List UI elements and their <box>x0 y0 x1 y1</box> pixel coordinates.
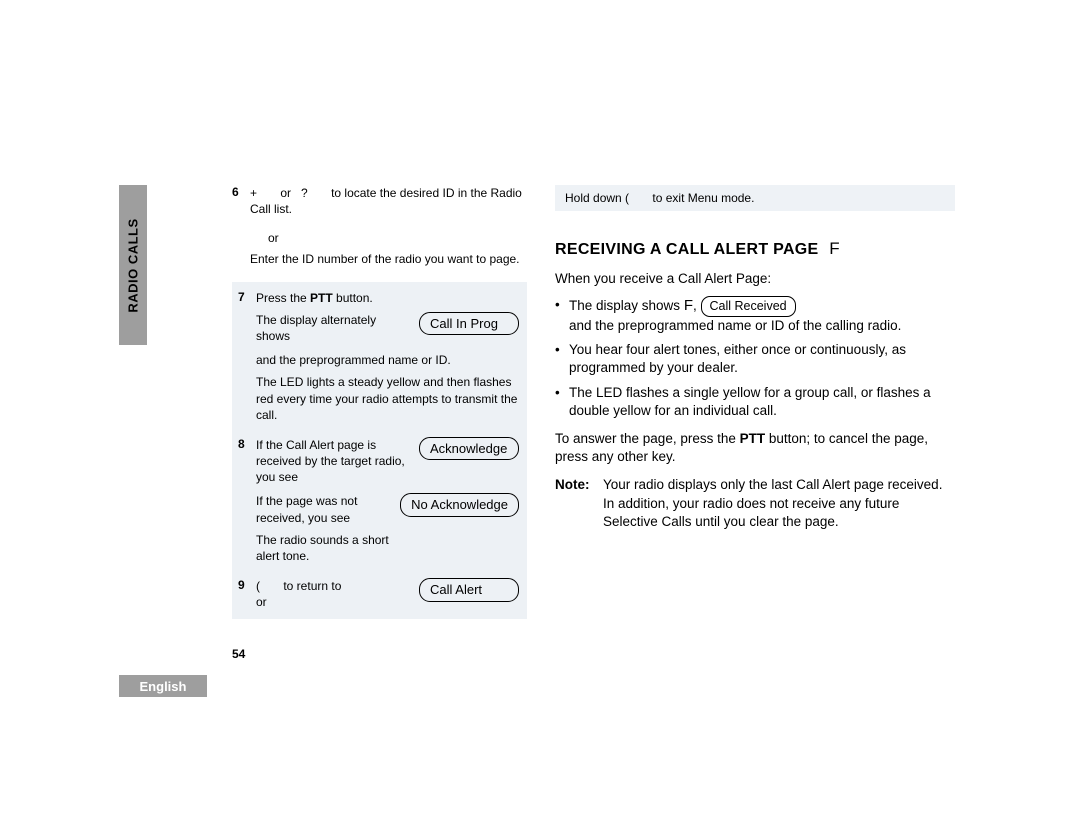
note-label: Note: <box>555 476 603 531</box>
step-7: 7 Press the PTT button. The display alte… <box>238 290 519 429</box>
hint-box: Hold down ( to exit Menu mode. <box>555 185 955 211</box>
page-number: 54 <box>232 647 245 661</box>
bell-icon: F <box>829 239 840 258</box>
intro-text: When you receive a Call Alert Page: <box>555 271 955 286</box>
text: The display shows <box>569 298 684 313</box>
display-pill-call-in-prog: Call In Prog <box>419 312 519 336</box>
bullet-3: The LED flashes a single yellow for a gr… <box>555 384 955 420</box>
note-body: Your radio displays only the last Call A… <box>603 476 955 531</box>
word-or: or <box>256 595 267 609</box>
ptt-bold: PTT <box>310 291 333 305</box>
step6-line2: Enter the ID number of the radio you wan… <box>250 251 527 267</box>
step-body: If the Call Alert page is received by th… <box>256 437 519 570</box>
left-column: 6 + or ? to locate the desired ID in the… <box>232 185 527 629</box>
step9-row: ( to return to or Call Alert <box>256 578 519 610</box>
step-body: + or ? to locate the desired ID in the R… <box>250 185 527 223</box>
step7-line2-row: The display alternately shows Call In Pr… <box>256 312 519 344</box>
step-8: 8 If the Call Alert page is received by … <box>238 437 519 570</box>
section-tab-label: RADIO CALLS <box>126 218 141 312</box>
step-7-group: 7 Press the PTT button. The display alte… <box>232 282 527 619</box>
step-number: 9 <box>238 578 256 610</box>
key-question: ? <box>301 186 308 200</box>
step-body: Press the PTT button. The display altern… <box>256 290 519 429</box>
display-pill-call-alert: Call Alert <box>419 578 519 602</box>
heading: RECEIVING A CALL ALERT PAGE F <box>555 239 955 259</box>
step8-row2: If the page was not received, you see No… <box>256 493 519 525</box>
word-or: or <box>280 186 291 200</box>
step7-line1: Press the PTT button. <box>256 290 519 306</box>
step-number: 8 <box>238 437 256 570</box>
step6-or: or <box>268 231 527 245</box>
step9-text: ( to return to or <box>256 578 411 610</box>
bullet-list: The display shows F, Call Received and t… <box>555 296 955 420</box>
section-tab: RADIO CALLS <box>119 185 147 345</box>
bullet-1: The display shows F, Call Received and t… <box>555 296 955 335</box>
step-6: 6 + or ? to locate the desired ID in the… <box>232 185 527 223</box>
step6-text: to locate the desired ID in the Radio Ca… <box>250 186 522 216</box>
hint-text: to exit Menu mode. <box>652 191 754 205</box>
display-pill-no-acknowledge: No Acknowledge <box>400 493 519 517</box>
right-column: Hold down ( to exit Menu mode. RECEIVING… <box>555 185 955 531</box>
text: button. <box>333 291 373 305</box>
step-number: 7 <box>238 290 256 429</box>
step6-line1: + or ? to locate the desired ID in the R… <box>250 185 527 217</box>
note: Note: Your radio displays only the last … <box>555 476 955 531</box>
step8-row1: If the Call Alert page is received by th… <box>256 437 519 486</box>
step-number: 6 <box>232 185 250 223</box>
step-body: ( to return to or Call Alert <box>256 578 519 610</box>
manual-page: RADIO CALLS English 6 + or ? to locate t… <box>125 185 960 745</box>
key-plus: + <box>250 186 257 200</box>
language-tab: English <box>119 675 207 697</box>
step7-line2: The display alternately shows <box>256 312 411 344</box>
ptt-bold: PTT <box>740 431 766 446</box>
step8-line2: If the page was not received, you see <box>256 493 392 525</box>
bullet-2: You hear four alert tones, either once o… <box>555 341 955 377</box>
text: Press the <box>256 291 310 305</box>
display-pill-acknowledge: Acknowledge <box>419 437 519 461</box>
step7-line4: The LED lights a steady yellow and then … <box>256 374 519 423</box>
step-9: 9 ( to return to or Call Alert <box>238 578 519 610</box>
step8-line3: The radio sounds a short alert tone. <box>256 532 396 564</box>
text: and the preprogrammed name or ID of the … <box>569 318 901 333</box>
bell-icon: F <box>684 297 693 314</box>
step7-line3: and the preprogrammed name or ID. <box>256 352 519 368</box>
key-paren: ( <box>625 191 629 205</box>
text: to return to <box>283 579 341 593</box>
step8-line1: If the Call Alert page is received by th… <box>256 437 411 486</box>
text: , <box>693 298 701 313</box>
language-label: English <box>140 679 187 694</box>
text: To answer the page, press the <box>555 431 740 446</box>
display-pill-call-received: Call Received <box>701 296 796 317</box>
heading-text: RECEIVING A CALL ALERT PAGE <box>555 241 819 258</box>
hint-text: Hold down <box>565 191 625 205</box>
answer-paragraph: To answer the page, press the PTT button… <box>555 430 955 466</box>
key-paren: ( <box>256 579 260 593</box>
